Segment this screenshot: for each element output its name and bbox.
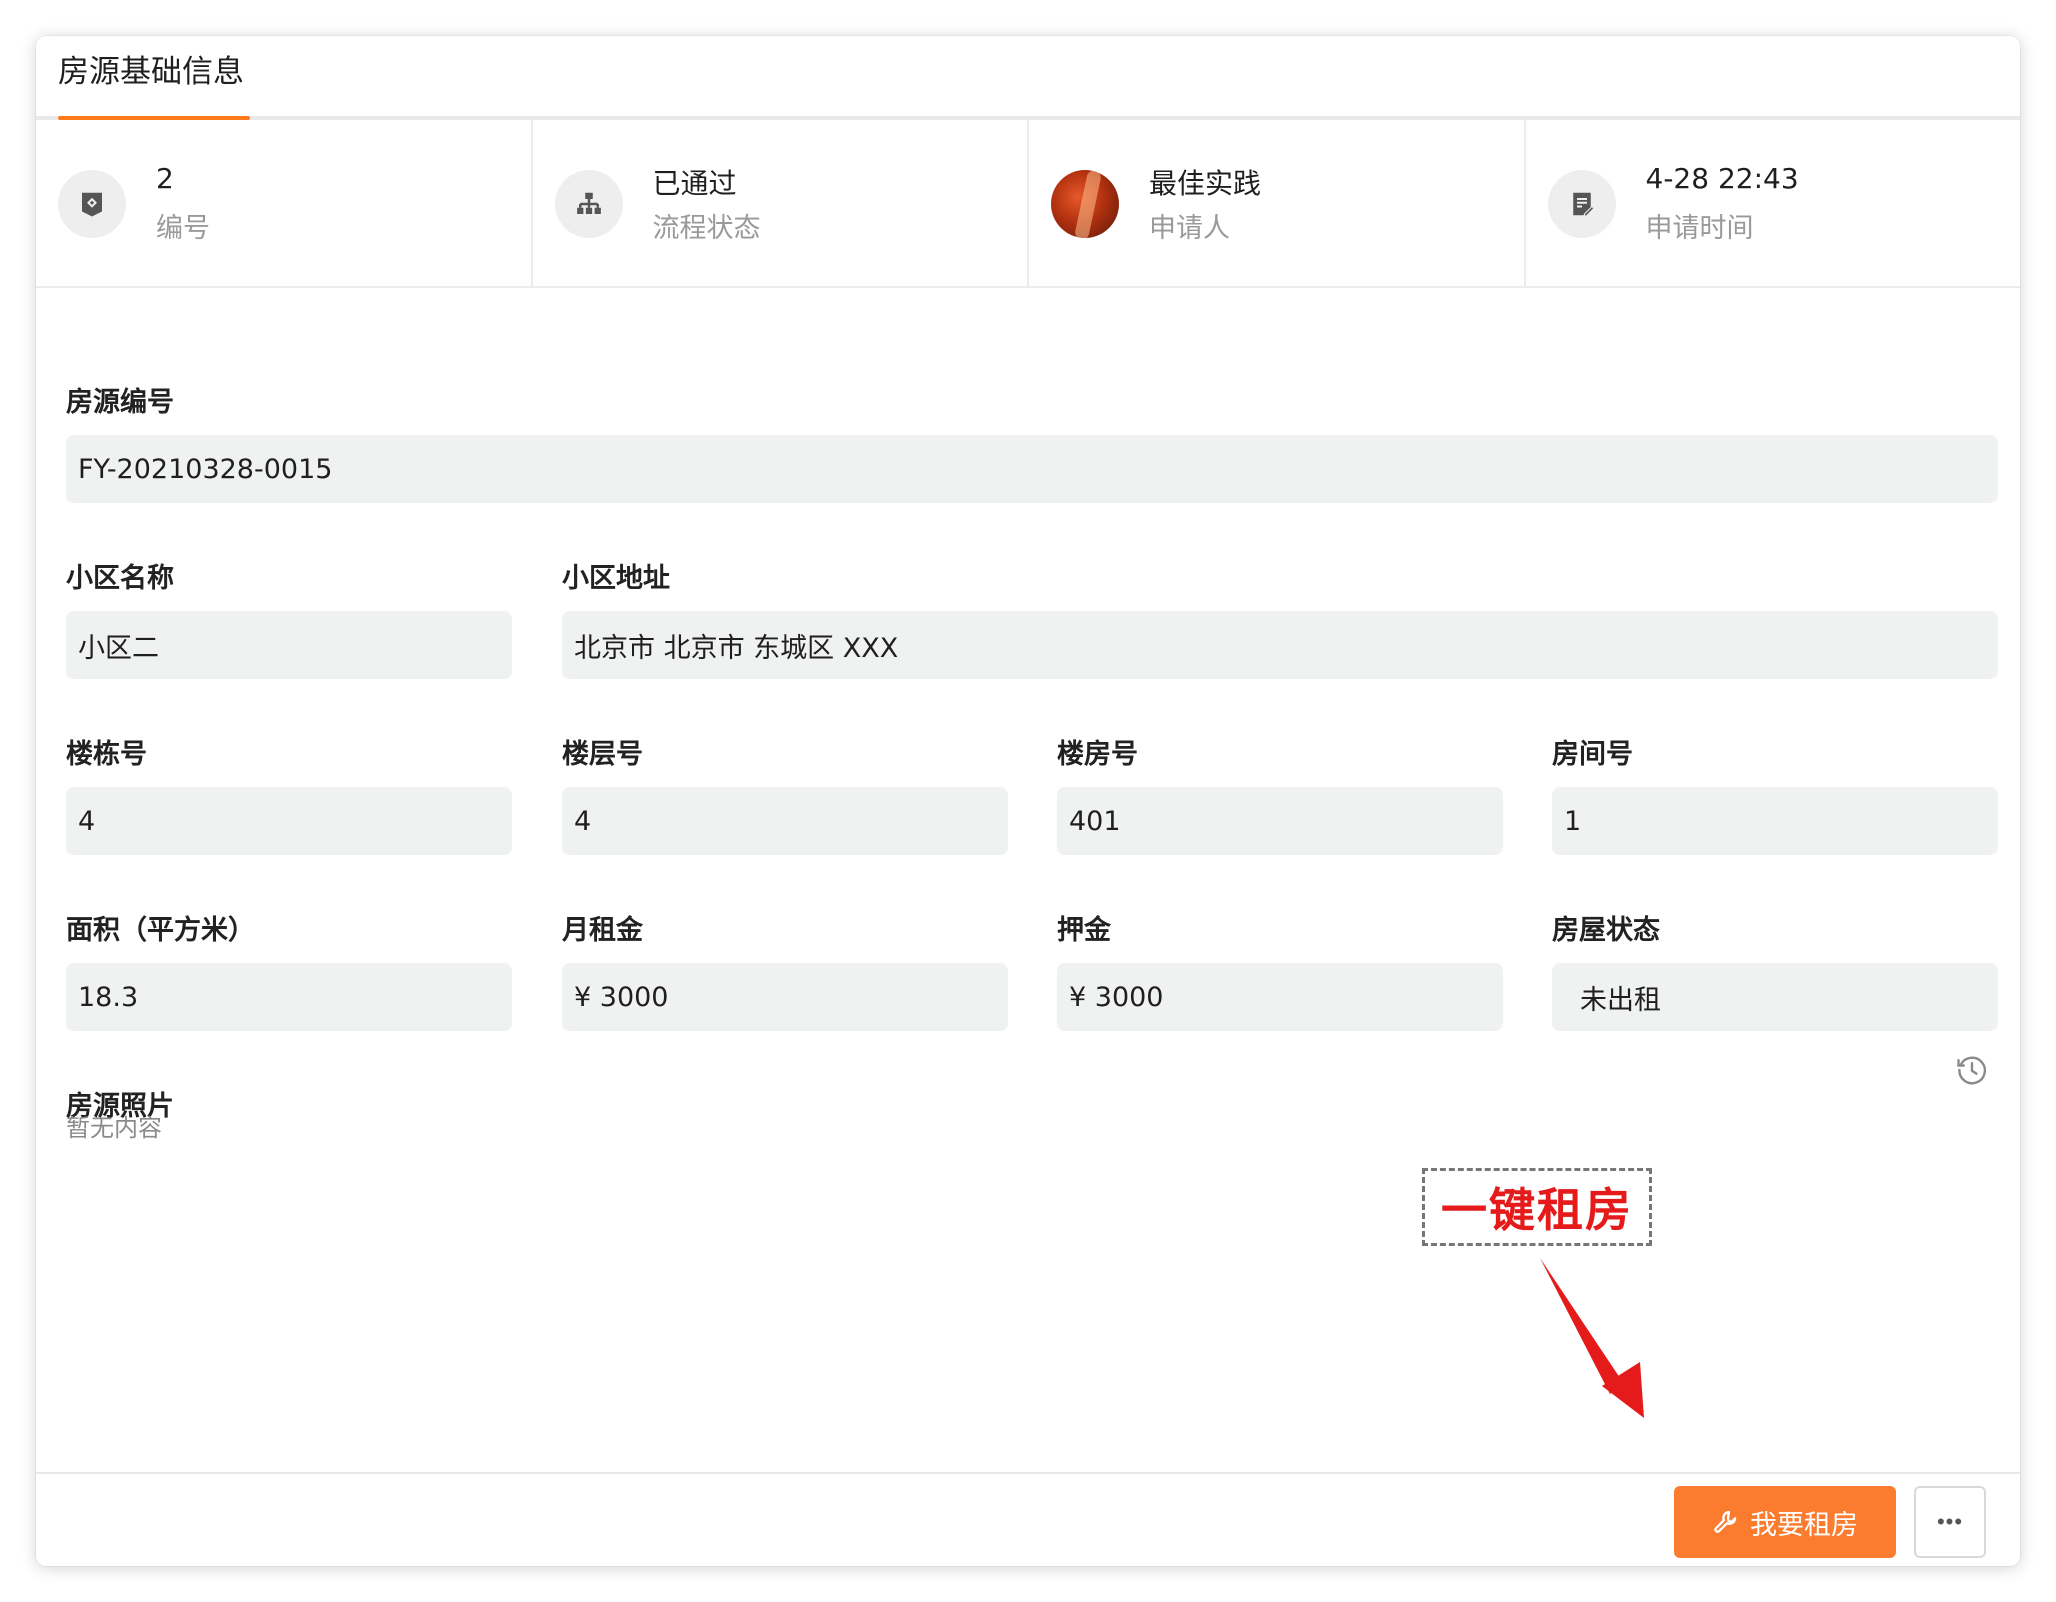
floor-no-label: 楼层号 [562,739,643,770]
rent-house-button-label: 我要租房 [1750,1509,1858,1540]
area-label: 面积（平方米） [66,915,255,946]
stat-flow-status-value: 已通过 [652,167,737,200]
community-address-field[interactable]: 北京市 北京市 东城区 XXX [562,611,1998,679]
unit-no-label: 楼房号 [1057,739,1138,770]
avatar [1051,170,1119,238]
stat-number-label: 编号 [156,213,210,244]
stat-apply-time-value: 4-28 22:43 [1645,162,1799,195]
community-address-label: 小区地址 [562,563,670,594]
tab-basic-info[interactable]: 房源基础信息 [58,46,244,91]
annotation-arrow [1540,1258,1644,1418]
tag-icon [58,170,126,238]
stat-applicant-value: 最佳实践 [1149,167,1262,200]
house-status-label: 房屋状态 [1552,915,1660,946]
flow-tree-icon [554,170,623,238]
stat-apply-time-label: 申请时间 [1645,213,1754,244]
stat-number-value: 2 [156,162,174,195]
rent-house-button[interactable]: 我要租房 [1674,1486,1896,1558]
area-field[interactable]: 18.3 [66,963,512,1031]
more-icon: ••• [1936,1509,1964,1534]
deposit-label: 押金 [1057,915,1111,946]
room-no-field[interactable]: 1 [1552,787,1998,855]
community-name-label: 小区名称 [66,563,174,594]
wrench-icon [1714,1510,1737,1533]
stat-applicant-label: 申请人 [1149,213,1230,244]
house-status-select[interactable]: 未出租 [1552,963,1998,1031]
deposit-field[interactable]: ¥ 3000 [1057,963,1503,1031]
tab-bar: 房源基础信息 [36,36,2020,120]
unit-no-field[interactable]: 401 [1057,787,1503,855]
annotation-text: 一键租房 [1441,1183,1633,1237]
building-no-label: 楼栋号 [66,739,147,770]
more-actions-button[interactable]: ••• [1914,1486,1986,1558]
stat-flow-status-label: 流程状态 [652,213,761,244]
floor-no-field[interactable]: 4 [562,787,1008,855]
monthly-rent-label: 月租金 [562,915,643,946]
history-icon[interactable] [1954,1052,1990,1088]
room-no-label: 房间号 [1552,739,1633,770]
listing-no-label: 房源编号 [66,387,174,418]
stat-apply-time: 4-28 22:43 申请时间 [1526,120,2021,286]
document-edit-icon [1547,170,1616,238]
stat-flow-status: 已通过 流程状态 [533,120,1029,286]
community-name-field[interactable]: 小区二 [66,611,512,679]
listing-no-field[interactable]: FY-20210328-0015 [66,435,1998,503]
stat-applicant: 最佳实践 申请人 [1029,120,1526,286]
stat-number: 2 编号 [36,120,533,286]
monthly-rent-field[interactable]: ¥ 3000 [562,963,1008,1031]
summary-stats: 2 编号 已通过 流程状态 最佳实践 申请人 4-28 22:43 申请时间 [36,120,2020,288]
building-no-field[interactable]: 4 [66,787,512,855]
listing-detail-card: 房源基础信息 2 编号 已通过 流程状态 最佳实践 申请人 4-28 22:43… [36,36,2020,1566]
annotation-callout: 一键租房 [1422,1168,1652,1246]
action-footer: 我要租房 ••• [36,1472,2020,1566]
photos-empty-text: 暂无内容 [66,1114,162,1142]
